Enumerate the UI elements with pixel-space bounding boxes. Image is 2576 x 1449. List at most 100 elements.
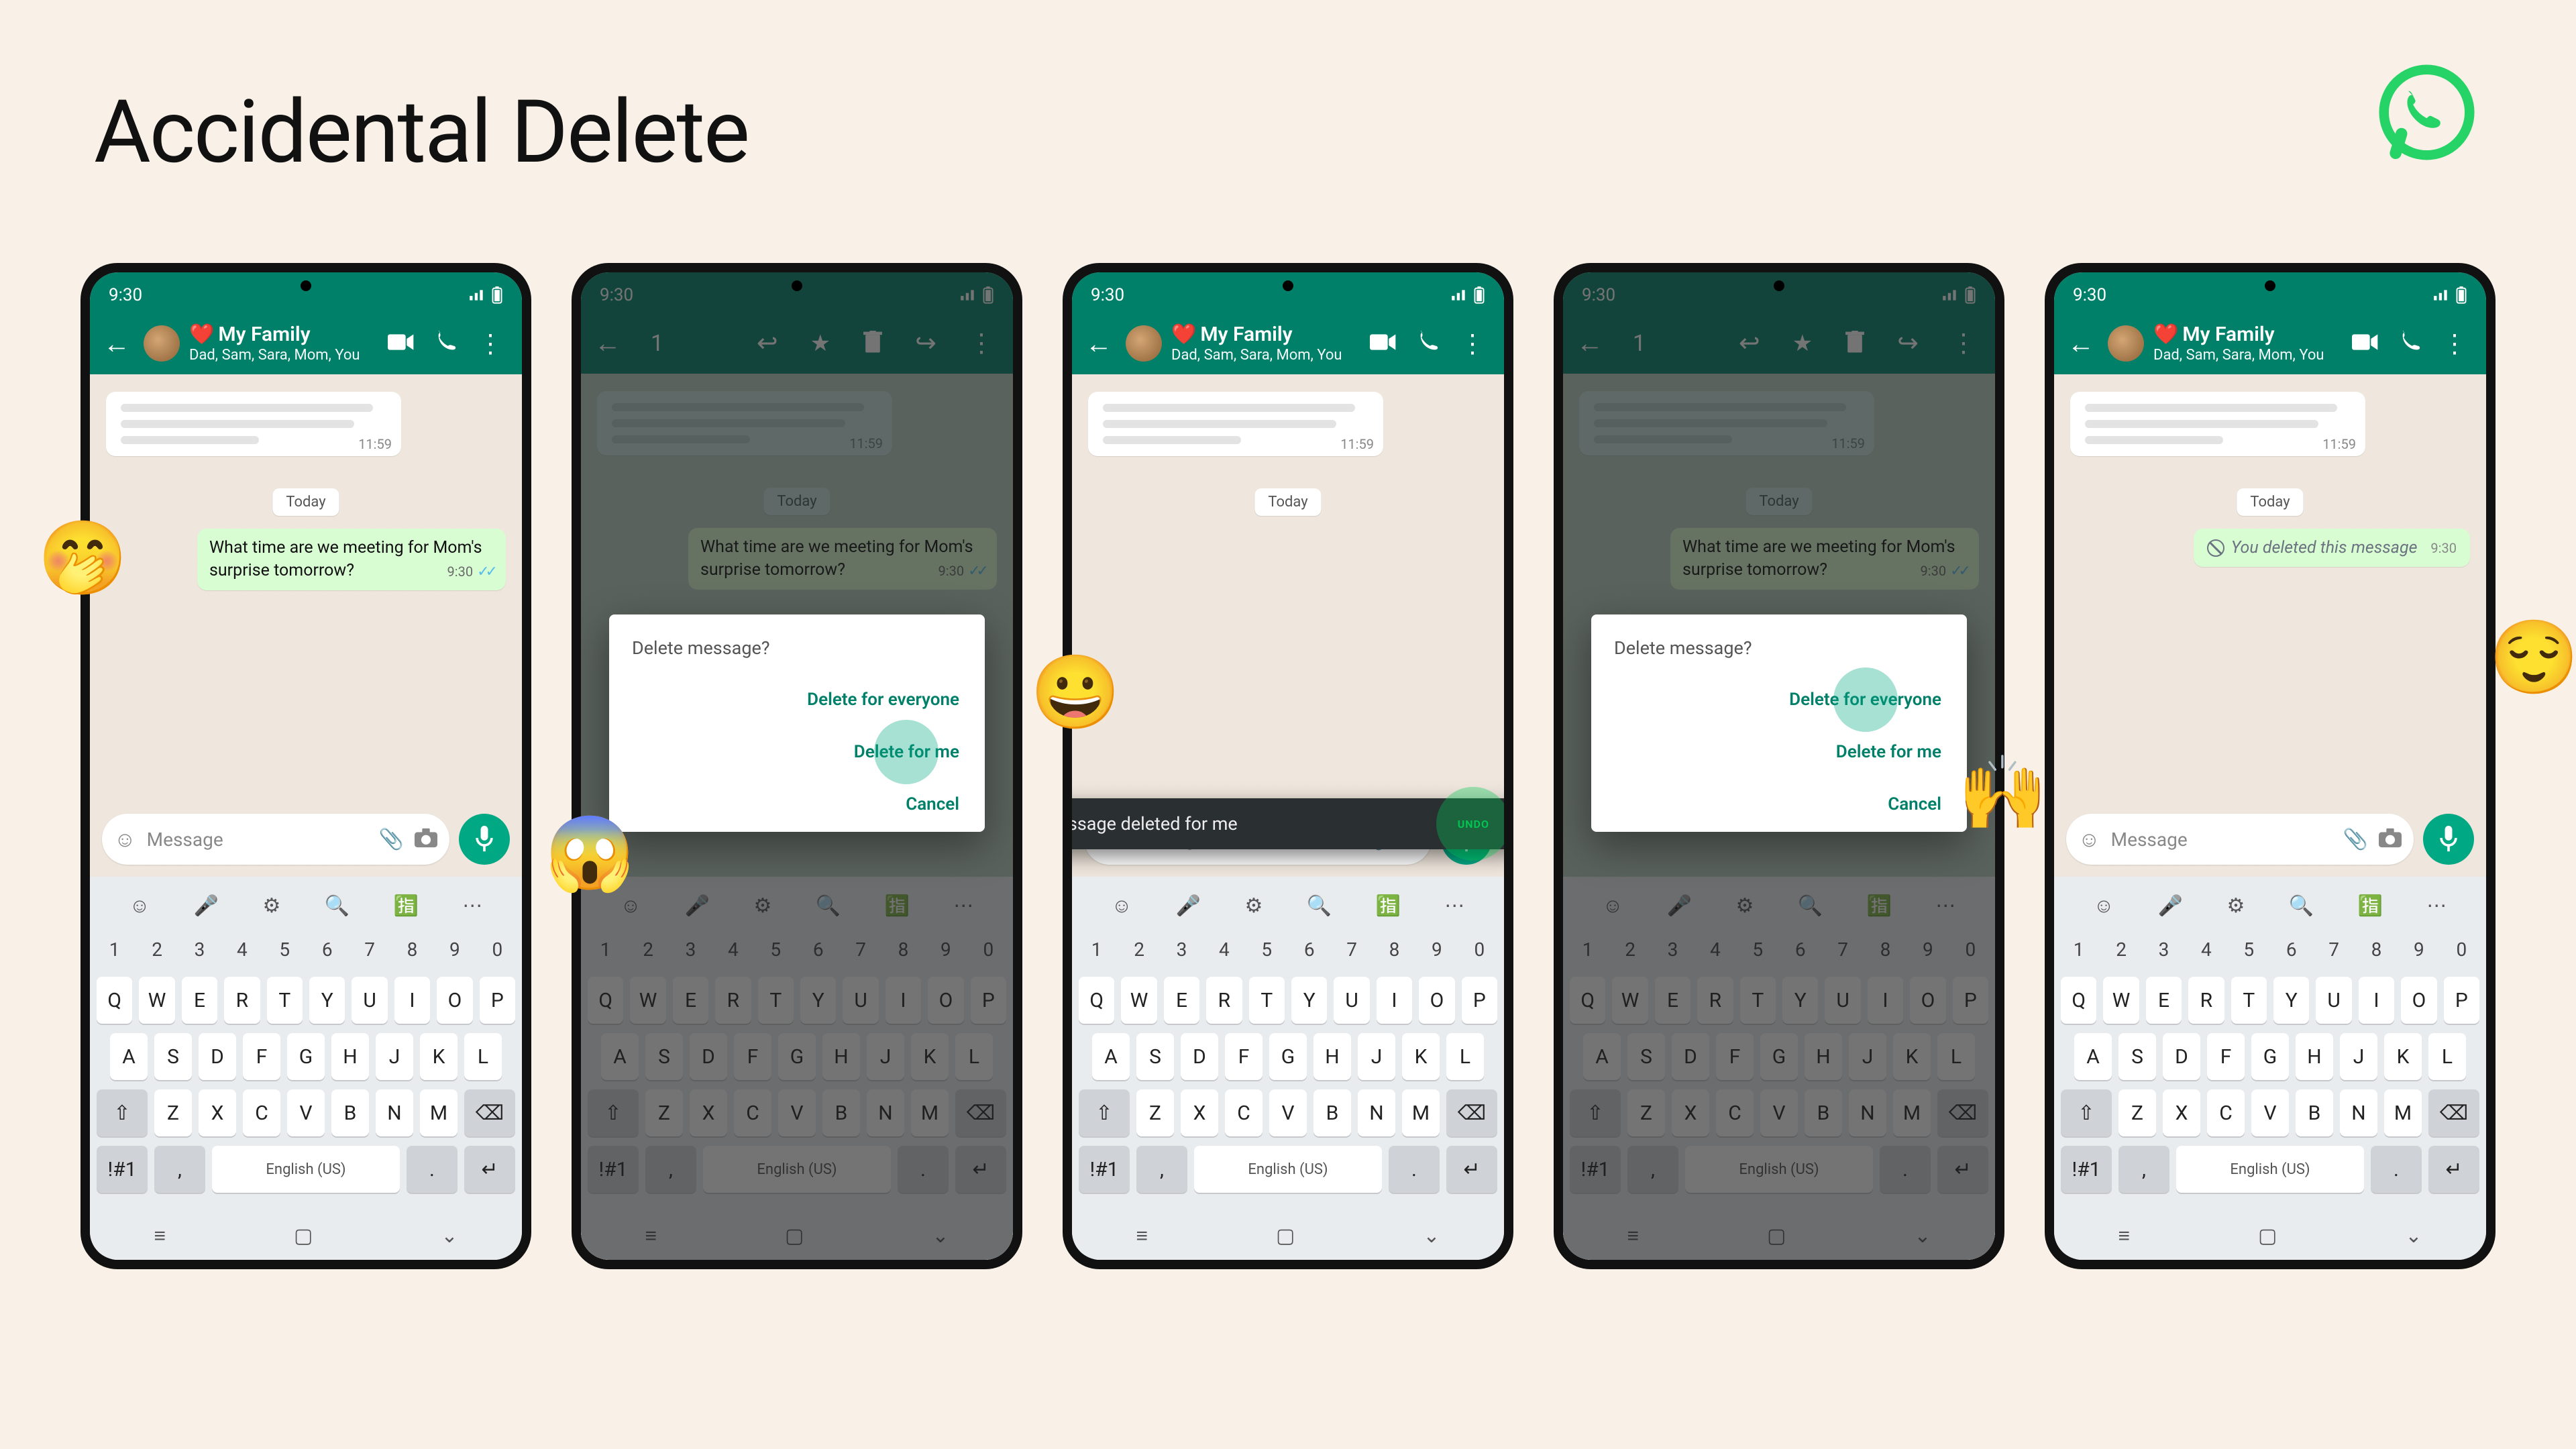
chat-body[interactable]: 11:59 Today You deleted this message 9:3… (2054, 374, 2486, 877)
key-8[interactable]: 8 (1868, 931, 1903, 967)
key-9[interactable]: 9 (2401, 931, 2436, 967)
key-d[interactable]: D (1672, 1033, 1709, 1080)
key-6[interactable]: 6 (1782, 931, 1818, 967)
key-m[interactable]: M (420, 1089, 458, 1136)
mic-button[interactable] (2423, 814, 2474, 865)
key-3[interactable]: 3 (182, 931, 217, 967)
key-l[interactable]: L (2428, 1033, 2466, 1080)
delete-icon[interactable] (1845, 331, 1865, 356)
voice-call-icon[interactable] (2399, 331, 2422, 356)
key-b[interactable]: B (822, 1089, 860, 1136)
key-3[interactable]: 3 (1164, 931, 1199, 967)
key-0[interactable]: 0 (480, 931, 515, 967)
key-9[interactable]: 9 (437, 931, 472, 967)
avatar[interactable] (144, 325, 180, 362)
key-y[interactable]: Y (1782, 977, 1818, 1024)
key-h[interactable]: H (2296, 1033, 2333, 1080)
key-9[interactable]: 9 (1419, 931, 1454, 967)
incoming-message[interactable]: 11:59 (1088, 392, 1383, 456)
key-v[interactable]: V (287, 1089, 325, 1136)
video-call-icon[interactable] (1370, 332, 1397, 355)
key-n[interactable]: N (2340, 1089, 2377, 1136)
video-call-icon[interactable] (2352, 332, 2379, 355)
chat-body[interactable]: 11:59 Today ☺ Message 📎 Message deleted … (1072, 374, 1504, 877)
key-z[interactable]: Z (1136, 1089, 1174, 1136)
key-backspace[interactable]: ⌫ (2428, 1089, 2479, 1136)
delete-for-me-button[interactable]: Delete for me (851, 738, 962, 766)
key-h[interactable]: H (1313, 1033, 1351, 1080)
key-j[interactable]: J (376, 1033, 413, 1080)
key-s[interactable]: S (154, 1033, 192, 1080)
forward-icon[interactable]: ↪ (1897, 328, 1919, 358)
key-k[interactable]: K (1893, 1033, 1931, 1080)
chat-title-block[interactable]: ❤️My Family Dad, Sam, Sara, Mom, You (1171, 323, 1360, 364)
nav-back-icon[interactable]: ⌄ (441, 1224, 458, 1248)
chat-title-block[interactable]: ❤️My Family Dad, Sam, Sara, Mom, You (189, 323, 378, 364)
kbd-emoji-icon[interactable]: ☺ (129, 894, 150, 918)
keyboard[interactable]: ☺🎤⚙🔍🈯⋯ 1234567890 QWERTYUIOP ASDFGHJKL ⇧… (2054, 877, 2486, 1212)
key-backspace[interactable]: ⌫ (1937, 1089, 1988, 1136)
key-7[interactable]: 7 (1825, 931, 1860, 967)
key-2[interactable]: 2 (139, 931, 174, 967)
back-icon[interactable]: ← (1572, 323, 1607, 363)
key-j[interactable]: J (867, 1033, 904, 1080)
key-y[interactable]: Y (1291, 977, 1327, 1024)
cancel-button[interactable]: Cancel (903, 790, 962, 818)
key-s[interactable]: S (2118, 1033, 2156, 1080)
key-m[interactable]: M (1893, 1089, 1931, 1136)
key-1[interactable]: 1 (1079, 931, 1114, 967)
keyboard[interactable]: ☺ 🎤 ⚙ 🔍 🈯 ⋯ 1234567890 QWERTYUIOP ASDFGH… (90, 877, 522, 1212)
key-r[interactable]: R (1697, 977, 1733, 1024)
key-period[interactable]: . (407, 1146, 458, 1193)
incoming-message[interactable]: 11:59 (106, 392, 401, 456)
key-0[interactable]: 0 (971, 931, 1006, 967)
key-x[interactable]: X (1181, 1089, 1218, 1136)
key-d[interactable]: D (2163, 1033, 2200, 1080)
key-t[interactable]: T (1740, 977, 1776, 1024)
key-w[interactable]: W (630, 977, 665, 1024)
key-t[interactable]: T (2231, 977, 2267, 1024)
key-1[interactable]: 1 (2061, 931, 2096, 967)
back-icon[interactable]: ← (1081, 324, 1116, 364)
key-d[interactable]: D (199, 1033, 236, 1080)
forward-icon[interactable]: ↪ (915, 328, 936, 358)
key-e[interactable]: E (2146, 977, 2182, 1024)
key-t[interactable]: T (267, 977, 303, 1024)
nav-recents-icon[interactable]: ≡ (154, 1224, 166, 1248)
key-shift[interactable]: ⇧ (97, 1089, 148, 1136)
key-x[interactable]: X (1672, 1089, 1709, 1136)
key-i[interactable]: I (394, 977, 430, 1024)
key-g[interactable]: G (287, 1033, 325, 1080)
key-y[interactable]: Y (800, 977, 836, 1024)
key-v[interactable]: V (2251, 1089, 2289, 1136)
key-2[interactable]: 2 (2103, 931, 2139, 967)
key-n[interactable]: N (1358, 1089, 1395, 1136)
key-u[interactable]: U (1334, 977, 1369, 1024)
video-call-icon[interactable] (388, 332, 415, 355)
key-f[interactable]: F (1716, 1033, 1754, 1080)
key-e[interactable]: E (182, 977, 217, 1024)
back-icon[interactable]: ← (590, 323, 625, 363)
key-q[interactable]: Q (97, 977, 132, 1024)
back-icon[interactable]: ← (99, 324, 134, 364)
nav-home-icon[interactable]: ▢ (294, 1224, 313, 1248)
key-space[interactable]: English (US) (212, 1146, 400, 1193)
key-u[interactable]: U (1825, 977, 1860, 1024)
key-5[interactable]: 5 (1740, 931, 1776, 967)
key-h[interactable]: H (1805, 1033, 1842, 1080)
key-c[interactable]: C (243, 1089, 280, 1136)
key-l[interactable]: L (464, 1033, 502, 1080)
key-c[interactable]: C (734, 1089, 771, 1136)
reply-icon[interactable]: ↩ (757, 328, 778, 358)
key-z[interactable]: Z (154, 1089, 192, 1136)
key-x[interactable]: X (2163, 1089, 2200, 1136)
key-shift[interactable]: ⇧ (1570, 1089, 1621, 1136)
kbd-search-icon[interactable]: 🔍 (325, 894, 350, 918)
star-icon[interactable]: ★ (1792, 330, 1813, 357)
key-h[interactable]: H (822, 1033, 860, 1080)
key-4[interactable]: 4 (2188, 931, 2224, 967)
key-r[interactable]: R (715, 977, 751, 1024)
menu-icon[interactable]: ⋮ (478, 329, 503, 359)
menu-icon[interactable]: ⋮ (969, 328, 994, 358)
composer[interactable]: ☺ Message 📎 (102, 814, 449, 865)
